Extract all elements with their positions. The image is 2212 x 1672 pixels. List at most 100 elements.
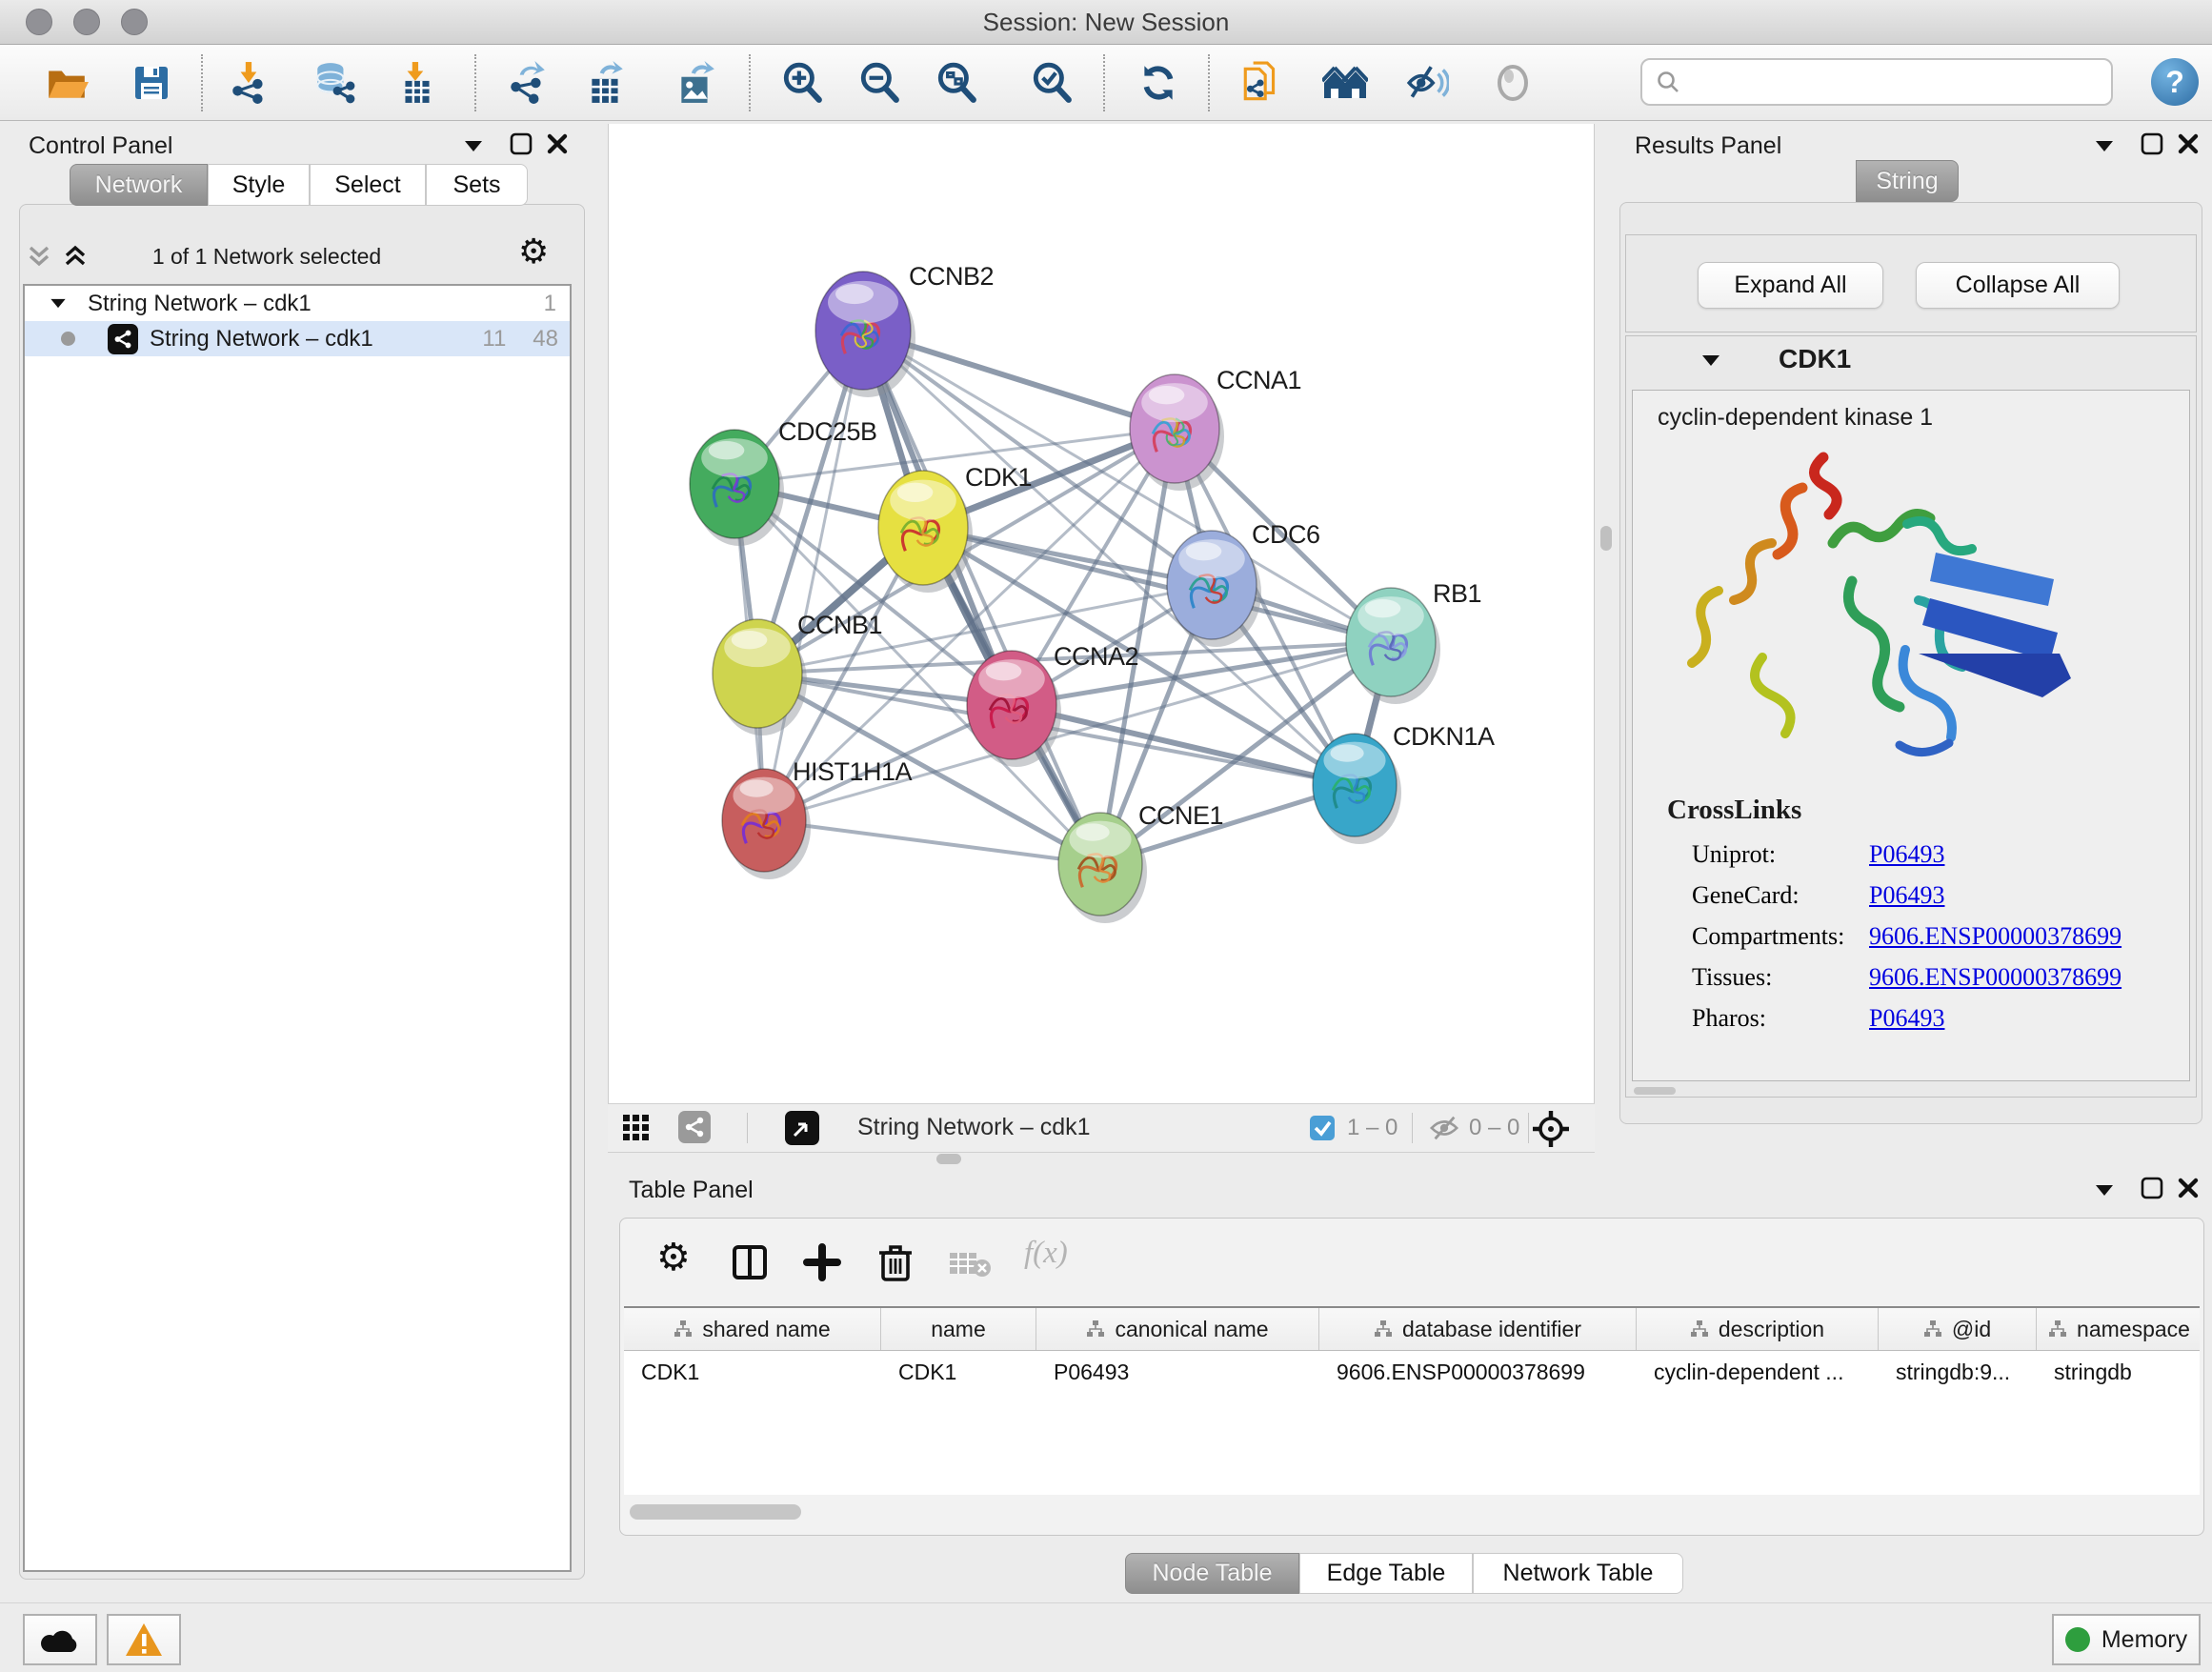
zoom-out-icon xyxy=(857,61,901,105)
expand-all-button[interactable]: Expand All xyxy=(1698,262,1883,309)
tab-network[interactable]: Network xyxy=(70,164,208,206)
help-button[interactable]: ? xyxy=(2151,58,2199,106)
network-node-CCNA1[interactable] xyxy=(1130,374,1224,491)
tab-style[interactable]: Style xyxy=(208,164,310,206)
control-panel-close-icon[interactable] xyxy=(545,131,570,156)
grid-view-icon[interactable] xyxy=(621,1113,652,1143)
crosslink-link[interactable]: 9606.ENSP00000378699 xyxy=(1869,922,2122,951)
table-hscrollbar-thumb[interactable] xyxy=(630,1504,801,1520)
tab-select[interactable]: Select xyxy=(310,164,426,206)
column-header-description[interactable]: description xyxy=(1637,1308,1879,1350)
delete-column-icon[interactable] xyxy=(875,1241,915,1283)
column-header-canonical-name[interactable]: canonical name xyxy=(1036,1308,1319,1350)
horizontal-splitter-handle[interactable] xyxy=(936,1154,961,1164)
network-node-CCNB2[interactable] xyxy=(815,272,915,397)
save-session-button[interactable] xyxy=(129,60,174,106)
table-cell[interactable]: P06493 xyxy=(1036,1351,1319,1393)
table-cell[interactable]: 9606.ENSP00000378699 xyxy=(1319,1351,1637,1393)
table-panel-maximize-icon[interactable] xyxy=(2140,1176,2164,1200)
table-cell[interactable]: stringdb:9... xyxy=(1879,1351,2037,1393)
warning-icon xyxy=(124,1622,164,1658)
column-header-namespace[interactable]: namespace xyxy=(2037,1308,2200,1350)
network-edge-HIST1H1A-CCNE1[interactable] xyxy=(764,820,1100,864)
import-network-from-database-button[interactable] xyxy=(311,60,356,106)
share-view-icon[interactable] xyxy=(678,1111,711,1143)
table-cell[interactable]: cyclin-dependent ... xyxy=(1637,1351,1879,1393)
column-header-name[interactable]: name xyxy=(881,1308,1036,1350)
tab-node-table[interactable]: Node Table xyxy=(1125,1553,1299,1594)
disabled-eye-button xyxy=(1490,60,1536,106)
gene-collapse-caret-icon[interactable] xyxy=(1702,355,1719,366)
crosshair-icon[interactable] xyxy=(1530,1108,1572,1150)
zoom-selected-button[interactable] xyxy=(1029,60,1075,106)
show-columns-icon[interactable] xyxy=(731,1243,769,1281)
control-panel-title: Control Panel xyxy=(29,132,172,160)
network-tree-child-row[interactable]: String Network – cdk1 11 48 xyxy=(25,321,570,356)
selected-nodes-checkbox-icon[interactable] xyxy=(1309,1115,1336,1141)
tree-expand-caret-icon[interactable] xyxy=(50,299,65,308)
import-table-button[interactable] xyxy=(394,60,440,106)
zoom-out-button[interactable] xyxy=(856,60,902,106)
collapse-all-button[interactable]: Collapse All xyxy=(1916,262,2120,309)
table-panel-close-icon[interactable] xyxy=(2176,1176,2201,1200)
table-panel-body: ⚙ f(x) shared namenamecanonical namedata… xyxy=(619,1218,2204,1536)
column-header-database-identifier[interactable]: database identifier xyxy=(1319,1308,1637,1350)
import-network-button[interactable] xyxy=(227,60,272,106)
tab-network-table[interactable]: Network Table xyxy=(1473,1553,1683,1594)
table-cell[interactable]: CDK1 xyxy=(624,1351,881,1393)
cloud-button[interactable] xyxy=(23,1614,97,1665)
memory-button[interactable]: Memory xyxy=(2052,1614,2201,1665)
control-panel-tabs: NetworkStyleSelectSets xyxy=(70,164,528,206)
collapse-all-icon[interactable] xyxy=(25,242,53,271)
search-input[interactable] xyxy=(1690,68,2111,96)
column-header-shared-name[interactable]: shared name xyxy=(624,1308,881,1350)
crosslink-link[interactable]: P06493 xyxy=(1869,881,1944,910)
network-node-CDK1[interactable] xyxy=(878,471,973,593)
crosslink-link[interactable]: P06493 xyxy=(1869,1004,1944,1033)
network-node-CCNA2[interactable] xyxy=(967,651,1061,767)
tab-sets[interactable]: Sets xyxy=(426,164,528,206)
refresh-button[interactable] xyxy=(1136,60,1181,106)
column-header--id[interactable]: @id xyxy=(1879,1308,2037,1350)
control-panel-maximize-icon[interactable] xyxy=(509,131,533,156)
results-panel-float-icon[interactable] xyxy=(2096,141,2113,151)
zoom-in-button[interactable] xyxy=(779,60,825,106)
export-image-button[interactable] xyxy=(673,60,718,106)
tab-string[interactable]: String xyxy=(1856,160,1959,202)
table-panel-float-icon[interactable] xyxy=(2096,1185,2113,1196)
table-settings-gear-icon[interactable]: ⚙ xyxy=(656,1236,691,1279)
birds-eye-view-icon[interactable] xyxy=(785,1111,819,1145)
import-table-icon xyxy=(395,61,439,105)
add-column-icon[interactable] xyxy=(803,1243,841,1281)
network-node-CDKN1A[interactable] xyxy=(1313,734,1401,844)
warnings-button[interactable] xyxy=(107,1614,181,1665)
network-node-CDC25B[interactable] xyxy=(690,430,784,546)
zoom-fit-button[interactable] xyxy=(934,60,979,106)
network-node-CCNB1[interactable] xyxy=(713,619,807,735)
network-node-RB1[interactable] xyxy=(1346,588,1440,704)
crosslink-row: Compartments:9606.ENSP00000378699 xyxy=(1692,922,2168,951)
results-panel-maximize-icon[interactable] xyxy=(2140,131,2164,156)
expand-all-icon[interactable] xyxy=(61,242,90,271)
results-panel-close-icon[interactable] xyxy=(2176,131,2201,156)
network-tree-root-row[interactable]: String Network – cdk1 1 xyxy=(25,286,570,321)
clone-network-button[interactable] xyxy=(1238,60,1284,106)
hide-glass-button[interactable] xyxy=(1404,60,1450,106)
string-home-button[interactable] xyxy=(1322,60,1368,106)
table-row[interactable]: CDK1CDK1P064939606.ENSP00000378699cyclin… xyxy=(624,1351,2200,1393)
tab-edge-table[interactable]: Edge Table xyxy=(1299,1553,1473,1594)
crosslink-link[interactable]: 9606.ENSP00000378699 xyxy=(1869,963,2122,992)
open-session-button[interactable] xyxy=(44,60,90,106)
network-node-CDC6[interactable] xyxy=(1167,531,1261,647)
hidden-eye-slash-icon[interactable] xyxy=(1429,1114,1459,1142)
network-options-gear-icon[interactable]: ⚙ xyxy=(518,232,549,272)
control-panel-float-icon[interactable] xyxy=(465,141,482,151)
table-cell[interactable]: stringdb xyxy=(2037,1351,2200,1393)
table-cell[interactable]: CDK1 xyxy=(881,1351,1036,1393)
network-canvas[interactable]: CCNB2CCNA1CDC25BCDK1CDC6RB1CCNB1CCNA2CDK… xyxy=(608,124,1595,1103)
export-network-button[interactable] xyxy=(505,60,551,106)
results-hscrollbar-thumb[interactable] xyxy=(1634,1087,1676,1095)
network-node-CCNE1[interactable] xyxy=(1058,813,1147,923)
export-table-button[interactable] xyxy=(583,60,629,106)
crosslink-link[interactable]: P06493 xyxy=(1869,840,1944,869)
